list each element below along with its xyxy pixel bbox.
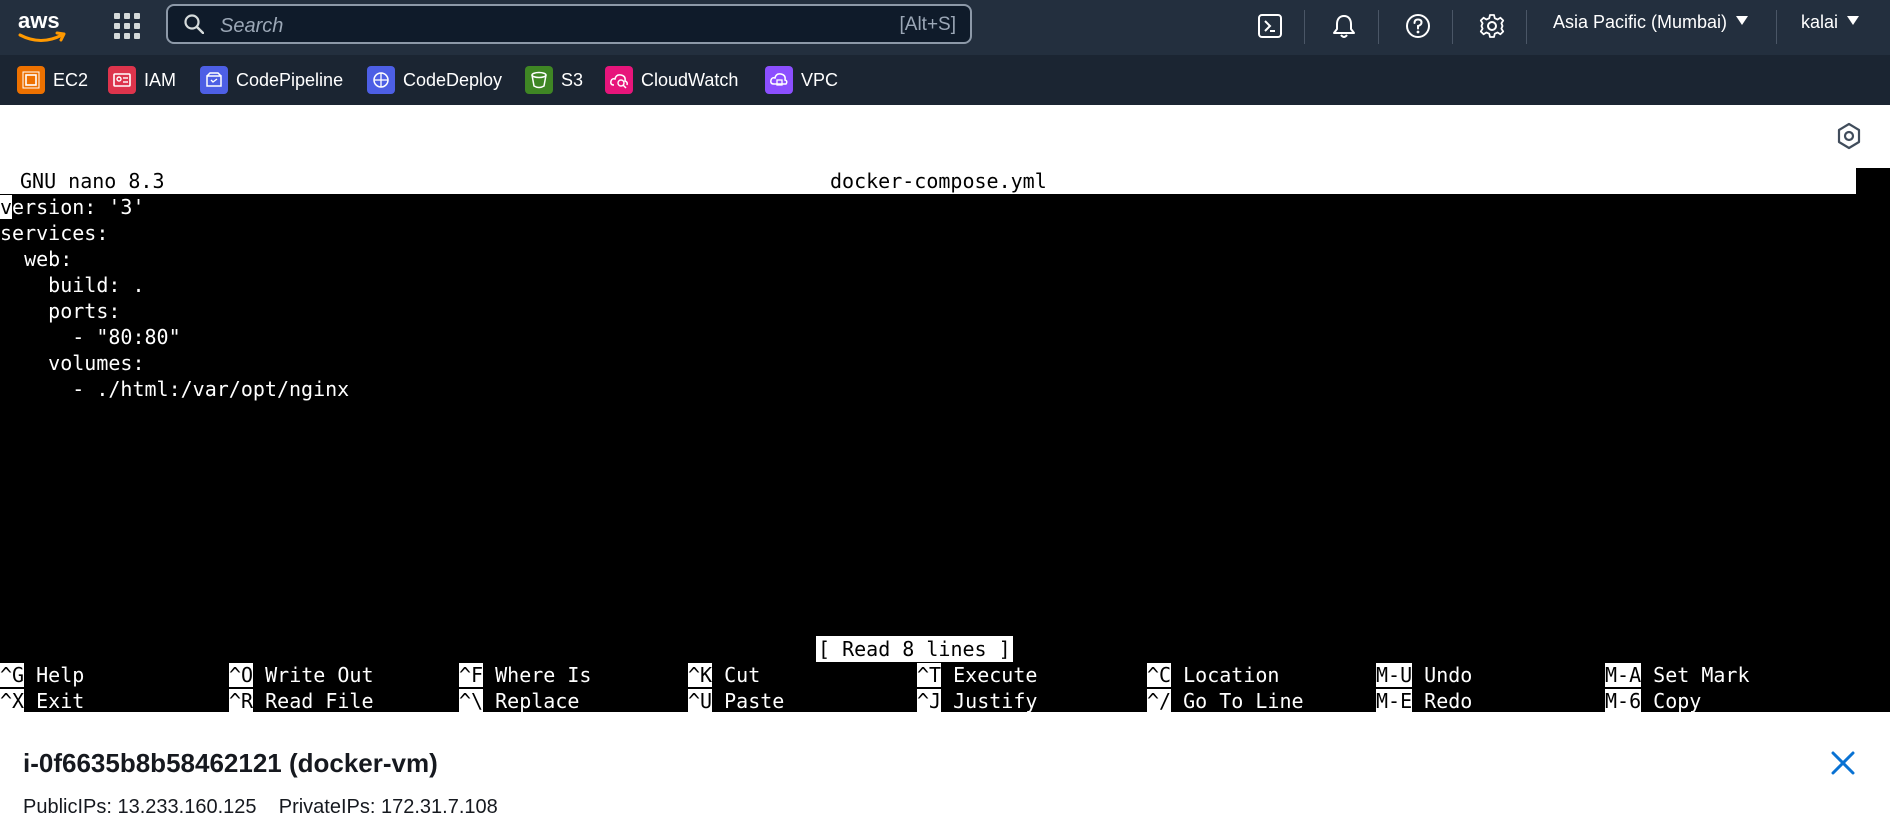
favorite-label: S3 (561, 69, 584, 90)
favorite-label: VPC (801, 69, 839, 90)
search-shortcut-hint: [Alt+S] (899, 14, 957, 35)
instance-info-panel: i-0f6635b8b58462121 (docker-vm) PublicIP… (0, 712, 1890, 839)
favorite-s3[interactable]: S3 (525, 66, 583, 94)
vpc-service-icon (765, 66, 793, 94)
nano-status-message: [ Read 8 lines ] (816, 636, 1013, 662)
iam-service-icon (108, 66, 136, 94)
shortcut-help: ^G Help (0, 663, 85, 687)
shortcut-redo: M-E Redo (1376, 689, 1473, 713)
settings-icon[interactable] (1478, 12, 1506, 40)
help-icon[interactable] (1404, 12, 1432, 40)
code-line: - "80:80" (0, 325, 181, 349)
divider (1776, 10, 1777, 44)
region-label: Asia Pacific (Mumbai) (1553, 12, 1728, 32)
terminal-window[interactable]: GNU nano 8.3 docker-compose.yml version:… (0, 168, 1890, 713)
favorites-bar: EC2 IAM CodePipeline CodeDeploy S3 Cloud… (0, 55, 1890, 105)
account-name: kalai (1801, 12, 1839, 32)
account-menu[interactable]: kalai (1801, 12, 1860, 33)
code-line: web: (0, 247, 73, 271)
nano-version: GNU nano 8.3 (20, 169, 165, 193)
divider (1452, 10, 1453, 44)
code-line: ports: (0, 299, 121, 323)
instance-ip-addresses: PublicIPs: 13.233.160.125 PrivateIPs: 17… (23, 796, 498, 818)
shortcut-replace: ^\ Replace (459, 689, 580, 713)
text-cursor: v (0, 195, 13, 219)
favorite-iam[interactable]: IAM (108, 66, 176, 94)
nano-filename: docker-compose.yml (830, 169, 1047, 193)
shortcut-location: ^C Location (1147, 663, 1280, 687)
search-box[interactable]: [Alt+S] (166, 4, 972, 44)
shortcut-justify: ^J Justify (917, 689, 1038, 713)
session-settings-icon[interactable] (1834, 121, 1864, 151)
favorite-label: IAM (144, 69, 177, 90)
search-icon (184, 14, 204, 34)
favorite-label: EC2 (53, 69, 89, 90)
svg-text:aws: aws (18, 8, 60, 33)
close-icon[interactable] (1828, 748, 1858, 778)
favorite-label: CodePipeline (236, 69, 344, 90)
search-input[interactable] (218, 12, 822, 40)
bell-icon[interactable] (1330, 12, 1358, 40)
ec2-service-icon (17, 66, 45, 94)
code-line: volumes: (0, 351, 145, 375)
cloudwatch-service-icon (605, 66, 633, 94)
code-line: services: (0, 221, 109, 245)
favorite-label: CodeDeploy (403, 69, 503, 90)
code-line: - ./html:/var/opt/nginx (0, 377, 350, 401)
shortcut-undo: M-U Undo (1376, 663, 1473, 687)
favorite-ec2[interactable]: EC2 (17, 66, 88, 94)
shortcut-exit: ^X Exit (0, 689, 85, 713)
shortcut-where-is: ^F Where Is (459, 663, 592, 687)
codepipeline-service-icon (200, 66, 228, 94)
cloudshell-icon[interactable] (1256, 12, 1284, 40)
favorite-codedeploy[interactable]: CodeDeploy (367, 66, 502, 94)
top-navigation-bar: aws [Alt+S] Asia Pacific (Mumbai) (0, 0, 1890, 55)
shortcut-set-mark: M-A Set Mark (1605, 663, 1750, 687)
shortcut-go-to-line: ^/ Go To Line (1147, 689, 1304, 713)
shortcut-copy: M-6 Copy (1605, 689, 1702, 713)
nano-title-bar: GNU nano 8.3 docker-compose.yml (0, 168, 1856, 194)
codedeploy-service-icon (367, 66, 395, 94)
divider (1526, 10, 1527, 44)
favorite-codepipeline[interactable]: CodePipeline (200, 66, 343, 94)
divider (1304, 10, 1305, 44)
code-line: build: . (0, 273, 145, 297)
shortcut-execute: ^T Execute (917, 663, 1038, 687)
shortcut-write-out: ^O Write Out (229, 663, 374, 687)
region-selector[interactable]: Asia Pacific (Mumbai) (1553, 12, 1749, 33)
aws-logo[interactable]: aws (16, 6, 72, 48)
divider (1378, 10, 1379, 44)
instance-title: i-0f6635b8b58462121 (docker-vm) (23, 748, 438, 778)
shortcut-cut: ^K Cut (688, 663, 761, 687)
favorite-vpc[interactable]: VPC (765, 66, 838, 94)
favorite-label: CloudWatch (641, 69, 739, 90)
services-menu-icon[interactable] (113, 12, 141, 40)
caret-down-icon (1736, 16, 1749, 25)
cloudshell-toolbar (0, 105, 1890, 169)
code-line: version: '3' (0, 194, 145, 220)
s3-bucket-icon (525, 66, 553, 94)
favorite-cloudwatch[interactable]: CloudWatch (605, 66, 738, 94)
code-text: ersion: '3' (12, 195, 145, 219)
shortcut-paste: ^U Paste (688, 689, 785, 713)
caret-down-icon (1847, 16, 1860, 25)
shortcut-read-file: ^R Read File (229, 689, 374, 713)
